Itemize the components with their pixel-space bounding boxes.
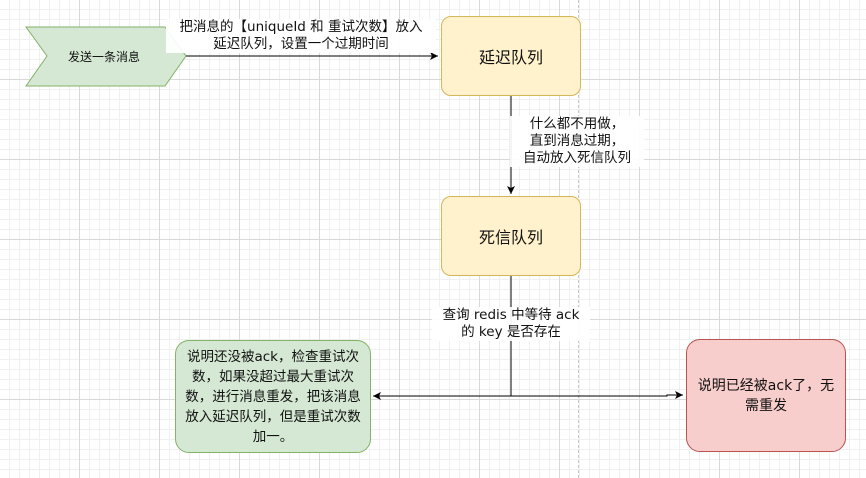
acked-node[interactable]: 说明已经被ack了，无需重发 (686, 339, 846, 452)
edge-branch-to-acked[interactable] (511, 391, 683, 399)
start-step-label: 发送一条消息 (67, 49, 140, 64)
edge-label-delay-to-dead: 什么都不用做， 直到消息过期， 自动放入死信队列 (510, 116, 644, 167)
edge-label-start-to-delay: 把消息的【uniqueId 和 重试次数】放入 延迟队列，设置一个过期时间 (166, 19, 436, 53)
dead-letter-queue-node[interactable]: 死信队列 (441, 196, 581, 276)
not-acked-node[interactable]: 说明还没被ack，检查重试次数，如果没超过最大重试次数，进行消息重发，把该消息放… (175, 340, 371, 453)
delay-queue-node[interactable]: 延迟队列 (441, 16, 581, 96)
edge-label-dead-to-branch: 查询 redis 中等待 ack 的 key 是否存在 (432, 307, 590, 341)
